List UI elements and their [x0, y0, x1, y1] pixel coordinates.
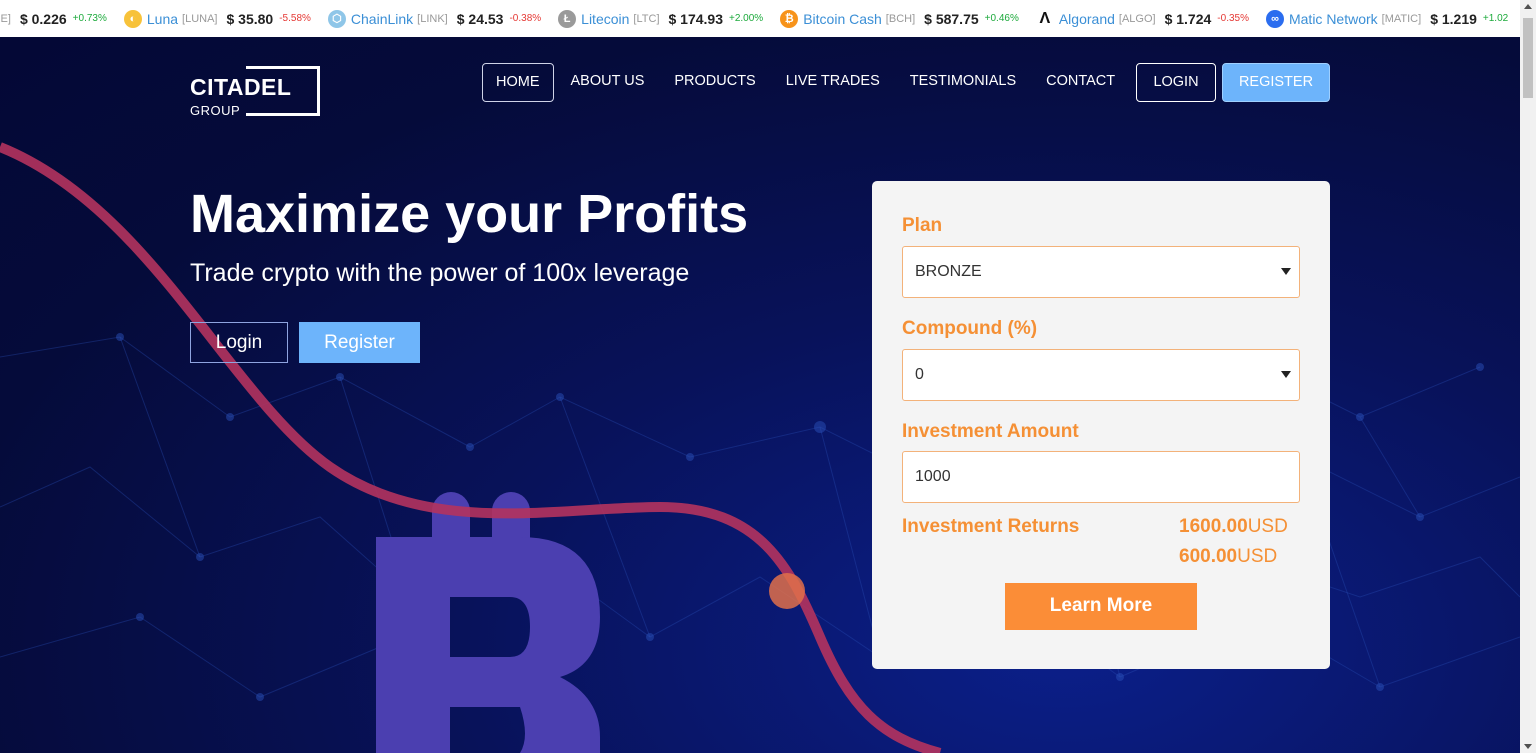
hero-section: CITADEL GROUP HOME ABOUT US PRODUCTS LIV… — [0, 37, 1520, 753]
logo-subtext: GROUP — [190, 103, 241, 118]
amount-input-value: 1000 — [915, 468, 951, 485]
chevron-down-icon — [1281, 268, 1291, 275]
ticker-item[interactable]: ◐ Luna [LUNA] $ 35.80 -5.58% — [123, 9, 311, 28]
nav-contact[interactable]: CONTACT — [1046, 63, 1115, 102]
ticker-price: $ 0.226 — [19, 10, 67, 27]
page-scrollbar[interactable] — [1520, 0, 1536, 753]
returns-profit-currency: USD — [1237, 546, 1278, 567]
returns-total-value: 1600.00 — [1179, 516, 1248, 537]
header-register-button[interactable]: REGISTER — [1222, 63, 1330, 102]
compound-select-value: 0 — [915, 366, 924, 383]
ticker-change: -5.58% — [279, 13, 311, 24]
amount-label: Investment Amount — [902, 421, 1079, 442]
hero-title: Maximize your Profits — [190, 184, 749, 244]
chevron-down-icon — [1281, 371, 1291, 378]
ticker-item[interactable]: ₿ Bitcoin Cash [BCH] $ 587.75 +0.46% — [780, 9, 1019, 28]
ticker-change: -0.38% — [509, 13, 542, 24]
plan-select[interactable]: BRONZE — [902, 246, 1300, 298]
returns-label: Investment Returns — [902, 516, 1080, 537]
header-login-button[interactable]: LOGIN — [1136, 63, 1216, 102]
trend-dot — [769, 573, 805, 609]
matic-icon: ∞ — [1265, 9, 1284, 28]
ticker-name: ChainLink — [350, 10, 414, 27]
ticker-item[interactable]: ⬡ ChainLink [LINK] $ 24.53 -0.38% — [327, 9, 542, 28]
logo-text: CITADEL — [190, 74, 292, 100]
ticker-price: $ 24.53 — [456, 10, 504, 27]
nav-live-trades[interactable]: LIVE TRADES — [786, 63, 880, 102]
ticker-item[interactable]: GE] $ 0.226 +0.73% — [0, 11, 107, 27]
plan-select-value: BRONZE — [915, 263, 982, 280]
chainlink-icon: ⬡ — [327, 9, 346, 28]
ticker-item[interactable]: ∞ Matic Network [MATIC] $ 1.219 +1.02 — [1265, 9, 1509, 28]
ticker-price: $ 1.219 — [1430, 10, 1477, 27]
nav-about-us[interactable]: ABOUT US — [571, 63, 645, 102]
ticker-item[interactable]: Λ Algorand [ALGO] $ 1.724 -0.35% — [1036, 10, 1249, 28]
ticker-change: -0.35% — [1217, 13, 1249, 24]
ticker-name: Litecoin — [581, 10, 630, 27]
learn-more-button[interactable]: Learn More — [1005, 583, 1197, 630]
ticker-item[interactable]: Ł Litecoin [LTC] $ 174.93 +2.00% — [558, 9, 764, 28]
bitcoin-cash-icon: ₿ — [780, 9, 799, 28]
hero-subtitle: Trade crypto with the power of 100x leve… — [190, 259, 690, 287]
returns-total: 1600.00USD — [1179, 516, 1288, 538]
ticker-symbol: [BCH] — [885, 12, 916, 25]
ticker-change: +0.46% — [984, 13, 1019, 24]
ticker-price: $ 1.724 — [1164, 10, 1212, 27]
crypto-ticker: GE] $ 0.226 +0.73% ◐Luna[LUNA] $ 35.80 -5.58%… — [0, 0, 1512, 37]
nav-products[interactable]: PRODUCTS — [674, 63, 755, 102]
returns-total-currency: USD — [1247, 516, 1288, 537]
returns-profit-value: 600.00 — [1179, 546, 1238, 567]
ticker-change: +0.73% — [72, 13, 107, 24]
hero-login-button[interactable]: Login — [190, 322, 288, 363]
ticker-price: $ 587.75 — [924, 10, 979, 27]
bitcoin-icon — [376, 492, 600, 753]
ticker-name: Luna — [146, 10, 179, 27]
ticker-name: Bitcoin Cash — [803, 10, 882, 27]
nav-testimonials[interactable]: TESTIMONIALS — [910, 63, 1016, 102]
ticker-price: $ 174.93 — [668, 10, 724, 27]
ticker-symbol: [MATIC] — [1381, 12, 1422, 25]
ticker-symbol: [LUNA] — [182, 12, 218, 25]
ticker-symbol: [LINK] — [417, 12, 448, 25]
ticker-symbol: [ALGO] — [1118, 12, 1156, 25]
amount-input[interactable]: 1000 — [902, 451, 1300, 503]
ticker-name: Matic Network — [1288, 10, 1378, 27]
ticker-change: +2.00% — [729, 13, 764, 24]
scrollbar-thumb[interactable] — [1523, 18, 1533, 98]
scroll-down-icon[interactable] — [1524, 744, 1532, 749]
main-nav: HOME ABOUT US PRODUCTS LIVE TRADES TESTI… — [482, 63, 1145, 102]
citadel-logo[interactable]: CITADEL GROUP — [190, 66, 320, 118]
luna-icon: ◐ — [123, 9, 142, 28]
ticker-change: +1.02 — [1482, 13, 1509, 24]
nav-home[interactable]: HOME — [482, 63, 554, 102]
ticker-symbol: [LTC] — [633, 12, 660, 25]
compound-select[interactable]: 0 — [902, 349, 1300, 401]
ticker-price: $ 35.80 — [226, 10, 274, 27]
ticker-name: Algorand — [1058, 10, 1115, 27]
scroll-up-icon[interactable] — [1524, 4, 1532, 9]
plan-label: Plan — [902, 215, 943, 236]
algorand-icon: Λ — [1039, 9, 1051, 27]
returns-profit: 600.00USD — [1179, 546, 1277, 568]
hero-register-button[interactable]: Register — [299, 322, 420, 363]
litecoin-icon: Ł — [558, 9, 577, 28]
ticker-symbol: GE] — [0, 12, 11, 25]
compound-label: Compound (%) — [902, 318, 1038, 339]
investment-calculator: Plan BRONZE Compound (%) 0 Investment Am… — [872, 181, 1330, 669]
